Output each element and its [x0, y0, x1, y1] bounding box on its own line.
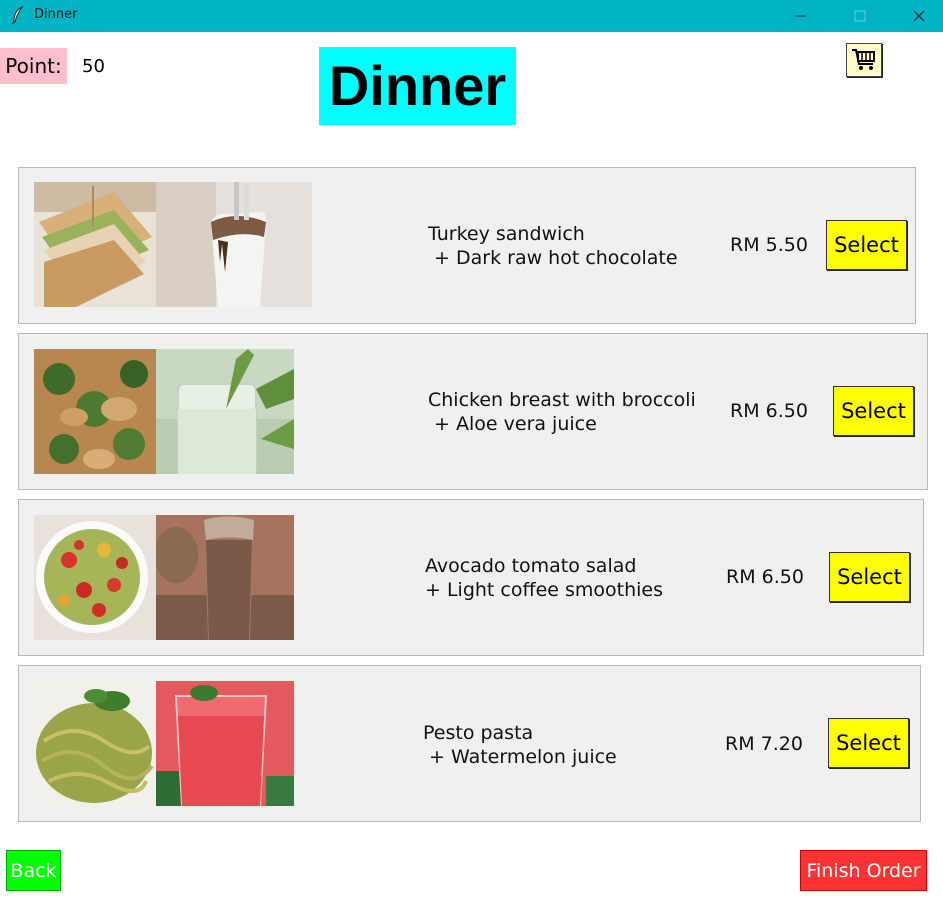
window-title: Dinner — [34, 7, 78, 22]
shopping-cart-icon — [852, 49, 875, 70]
item-name: Chicken breast with broccoli + Aloe vera… — [428, 389, 696, 435]
point-label: Point: — [0, 48, 67, 84]
title-bar: Dinner — [0, 0, 943, 32]
point-value: 50 — [82, 56, 105, 77]
food-photo-pesto-pasta — [34, 681, 156, 806]
item-price: RM 6.50 — [726, 566, 804, 588]
maximize-icon — [854, 10, 866, 22]
item-name: Pesto pasta + Watermelon juice — [423, 722, 617, 768]
item-name: Turkey sandwich + Dark raw hot chocolate — [428, 223, 678, 269]
select-button[interactable]: Select — [826, 220, 907, 270]
drink-photo-coffee-smoothie — [156, 515, 294, 640]
cart-button[interactable] — [846, 43, 882, 77]
drink-photo-hot-chocolate — [156, 182, 312, 307]
close-button[interactable] — [896, 0, 942, 32]
item-price: RM 5.50 — [730, 234, 808, 256]
minimize-icon — [796, 15, 806, 17]
page-title: Dinner — [319, 47, 516, 125]
food-photo-chicken-broccoli — [34, 349, 156, 474]
drink-photo-watermelon-juice — [156, 681, 294, 806]
finish-order-button[interactable]: Finish Order — [800, 850, 927, 891]
item-price: RM 7.20 — [725, 733, 803, 755]
back-button[interactable]: Back — [6, 850, 61, 891]
select-button[interactable]: Select — [833, 386, 914, 436]
food-photo-avocado-tomato-salad — [34, 515, 156, 640]
item-price: RM 6.50 — [730, 400, 808, 422]
item-name: Avocado tomato salad + Light coffee smoo… — [425, 555, 664, 601]
minimize-button[interactable] — [778, 0, 824, 32]
select-button[interactable]: Select — [829, 552, 910, 602]
select-button[interactable]: Select — [828, 718, 909, 768]
close-icon — [913, 10, 925, 22]
food-photo-turkey-sandwich — [34, 182, 156, 307]
drink-photo-aloe-vera-juice — [156, 349, 294, 474]
feather-icon — [11, 6, 24, 24]
maximize-button[interactable] — [837, 0, 883, 32]
